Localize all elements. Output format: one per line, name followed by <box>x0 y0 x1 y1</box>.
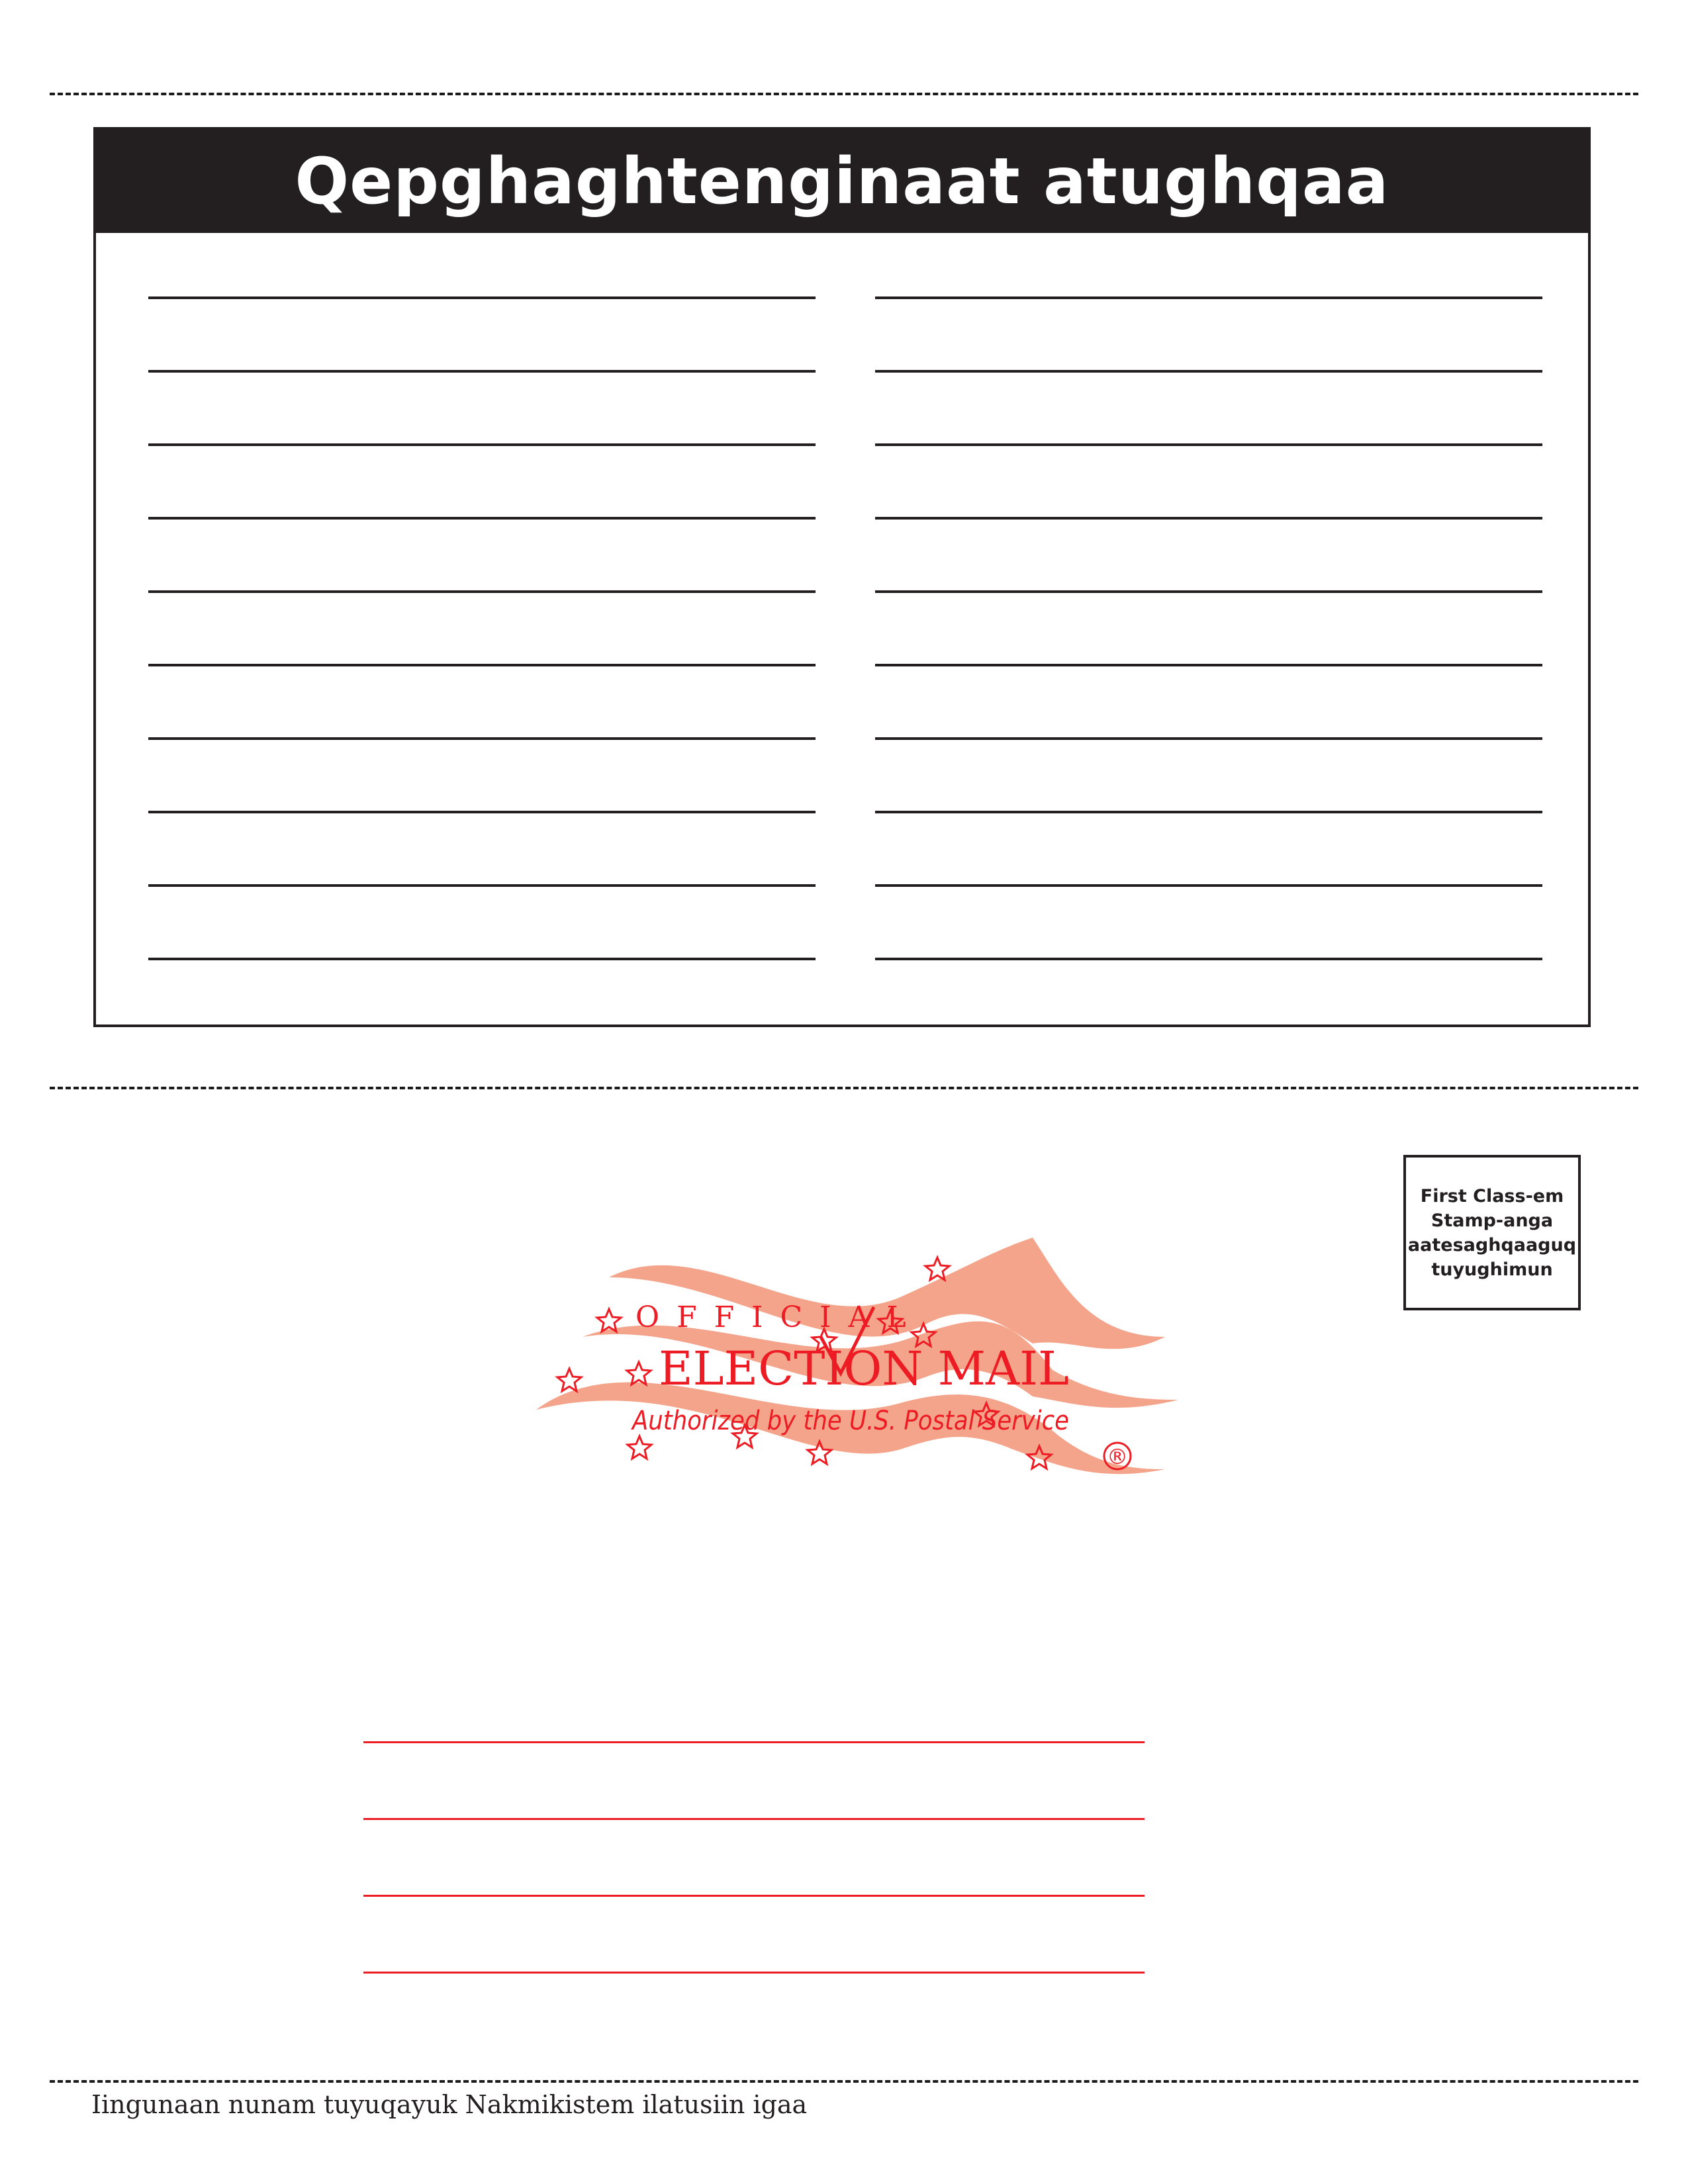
address-line[interactable] <box>363 1895 1145 1897</box>
notes-title: Qepghaghtenginaat atughqaa <box>295 144 1389 218</box>
stamp-text-line: tuyughimun <box>1431 1259 1553 1280</box>
notes-write-line[interactable] <box>875 370 1542 373</box>
logo-authorized-text: Authorized by the U.S. Postal Service <box>630 1406 1069 1436</box>
logo-official-text: OFFICIAL <box>635 1300 923 1334</box>
notes-write-line[interactable] <box>148 590 816 593</box>
stamp-text-line: First Class-em <box>1420 1185 1564 1206</box>
notes-write-line[interactable] <box>148 811 816 813</box>
notes-header: Qepghaghtenginaat atughqaa <box>96 130 1588 233</box>
footer-text: Iingunaan nunam tuyuqayuk Nakmikistem il… <box>91 2090 808 2119</box>
notes-write-line[interactable] <box>875 737 1542 740</box>
notes-write-line[interactable] <box>875 590 1542 593</box>
address-line[interactable] <box>363 1741 1145 1743</box>
notes-write-line[interactable] <box>875 517 1542 520</box>
notes-write-line[interactable] <box>148 296 816 299</box>
notes-write-line[interactable] <box>875 664 1542 666</box>
notes-write-line[interactable] <box>148 737 816 740</box>
stamp-text-line: Stamp-anga <box>1430 1210 1554 1231</box>
address-line[interactable] <box>363 1972 1145 1974</box>
stamp-text-line: aatesaghqaaguq <box>1407 1234 1577 1255</box>
stamp-placeholder: First Class-em Stamp-anga aatesaghqaaguq… <box>1403 1155 1581 1310</box>
notes-write-line[interactable] <box>875 811 1542 813</box>
notes-write-line[interactable] <box>875 958 1542 960</box>
address-line[interactable] <box>363 1818 1145 1820</box>
notes-write-line[interactable] <box>148 443 816 446</box>
registered-mark: ® <box>1107 1444 1128 1469</box>
logo-election-mail-text: ELECTION MAIL <box>659 1342 1069 1396</box>
notes-write-line[interactable] <box>148 517 816 520</box>
notes-write-line[interactable] <box>148 884 816 887</box>
cut-line-bottom <box>50 2080 1638 2083</box>
notes-write-line[interactable] <box>875 296 1542 299</box>
notes-write-line[interactable] <box>148 664 816 666</box>
notes-write-line[interactable] <box>875 884 1542 887</box>
cut-line-top <box>50 93 1638 95</box>
notes-write-line[interactable] <box>148 370 816 373</box>
notes-write-line[interactable] <box>148 958 816 960</box>
notes-card: Qepghaghtenginaat atughqaa <box>93 127 1591 1027</box>
cut-line-middle <box>50 1087 1638 1089</box>
official-election-mail-logo: OFFICIAL ELECTION MAIL Authorized by the… <box>536 1238 1178 1475</box>
notes-write-line[interactable] <box>875 443 1542 446</box>
